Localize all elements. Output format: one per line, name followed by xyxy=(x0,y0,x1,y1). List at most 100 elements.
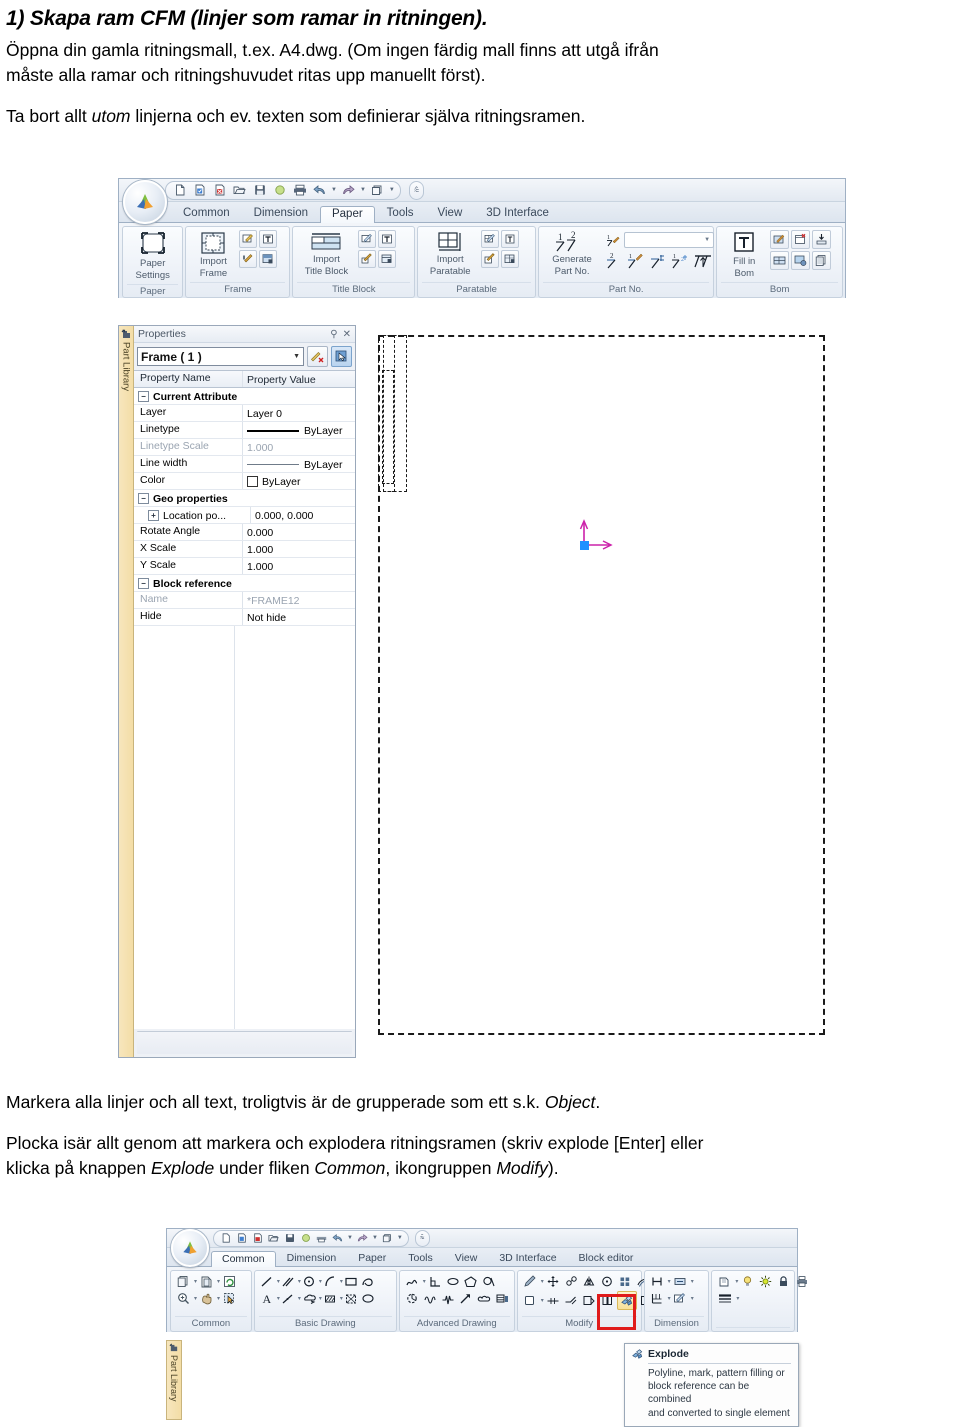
lock-icon[interactable] xyxy=(775,1274,792,1289)
arc-icon[interactable] xyxy=(322,1274,339,1289)
pan-chevron-down-icon[interactable]: ▾ xyxy=(217,1295,220,1302)
paper-settings-button[interactable]: Paper Settings xyxy=(130,230,176,282)
customize-icon[interactable]: ⩯ xyxy=(414,185,419,195)
import-title-block-button[interactable]: Import Title Block xyxy=(297,230,355,278)
save-paratable-icon[interactable] xyxy=(501,250,520,268)
tab-dimension[interactable]: Dimension xyxy=(276,1250,348,1267)
table-row[interactable]: Line width ByLayer xyxy=(134,456,355,473)
region-icon[interactable] xyxy=(481,1274,498,1289)
tab-tools[interactable]: Tools xyxy=(375,205,426,223)
open-template-icon[interactable] xyxy=(235,1232,248,1244)
edit-frame-icon[interactable] xyxy=(239,230,258,248)
table-icon[interactable] xyxy=(494,1291,511,1306)
clear-selection-button[interactable] xyxy=(307,346,328,367)
table-row[interactable]: Rotate Angle 0.000 xyxy=(134,524,355,541)
tab-paper[interactable]: Paper xyxy=(319,205,375,223)
bom-delete-icon[interactable] xyxy=(791,230,811,249)
zoom-icon[interactable] xyxy=(175,1291,192,1306)
save-title-block-icon[interactable] xyxy=(378,250,397,268)
title-block-text-icon[interactable] xyxy=(378,230,397,248)
pan-icon[interactable] xyxy=(198,1291,215,1306)
circle-icon[interactable] xyxy=(299,1232,312,1244)
spline-chevron-down-icon[interactable]: ▾ xyxy=(423,1278,426,1285)
scale-icon[interactable] xyxy=(599,1274,616,1289)
window-chevron-down-icon[interactable]: ▼ xyxy=(389,187,395,193)
cloud-icon[interactable] xyxy=(476,1291,493,1306)
row-value-linetype[interactable]: ByLayer xyxy=(304,425,343,437)
save-icon[interactable] xyxy=(251,183,268,198)
tab-dimension[interactable]: Dimension xyxy=(242,205,320,223)
quick-access-pill[interactable]: ▼ ▼ ▼ xyxy=(213,1229,409,1247)
row-value-location-point[interactable]: 0.000, 0.000 xyxy=(251,507,355,523)
quick-select-button[interactable] xyxy=(331,346,352,367)
table-row[interactable]: Hide Not hide xyxy=(134,609,355,626)
generate-part-no-button[interactable]: 12 Generate Part No. xyxy=(543,230,601,278)
table-row[interactable]: X Scale 1.000 xyxy=(134,541,355,558)
import-frame-button[interactable]: Import Frame xyxy=(190,230,236,280)
bom-edit-icon[interactable] xyxy=(770,230,790,249)
expand-icon[interactable]: + xyxy=(148,510,159,521)
import-paratable-button[interactable]: Import Paratable xyxy=(422,230,478,278)
tab-paper[interactable]: Paper xyxy=(347,1250,397,1267)
pie-icon[interactable] xyxy=(404,1291,421,1306)
table-row[interactable]: Color ByLayer xyxy=(134,473,355,490)
table-row[interactable]: − Current Attribute xyxy=(134,388,355,405)
tab-view[interactable]: View xyxy=(426,205,475,223)
print-icon[interactable] xyxy=(315,1232,328,1244)
chevron-down-icon[interactable]: ▼ xyxy=(704,237,710,243)
redo-chevron-down-icon[interactable]: ▼ xyxy=(372,1235,378,1241)
hatch-icon[interactable] xyxy=(322,1291,339,1306)
bom-table-icon[interactable] xyxy=(770,251,790,270)
bom-export-icon[interactable] xyxy=(812,230,832,249)
copy-chevron-down-icon[interactable]: ▾ xyxy=(194,1278,197,1285)
fillet-icon[interactable] xyxy=(563,1293,580,1308)
table-row[interactable]: − Block reference xyxy=(134,575,355,592)
spring-icon[interactable] xyxy=(440,1291,457,1306)
trim-icon[interactable] xyxy=(522,1293,539,1308)
row-value-layer[interactable]: Layer 0 xyxy=(243,405,355,421)
dimension-style-icon[interactable] xyxy=(672,1274,689,1289)
rotate-icon[interactable] xyxy=(563,1274,580,1289)
row-value-color[interactable]: ByLayer xyxy=(262,476,301,488)
dimstyle-chevron-down-icon[interactable]: ▾ xyxy=(691,1278,694,1285)
table-row[interactable]: Linetype ByLayer xyxy=(134,422,355,439)
bom-copy-icon[interactable] xyxy=(812,251,832,270)
drawing-canvas[interactable] xyxy=(356,325,844,1056)
close-document-icon[interactable] xyxy=(251,1232,264,1244)
print-layer-icon[interactable] xyxy=(793,1274,810,1289)
revision-cloud-icon[interactable] xyxy=(301,1291,318,1306)
extend-icon[interactable] xyxy=(545,1293,562,1308)
polyline-icon[interactable] xyxy=(360,1274,377,1289)
paste-icon[interactable] xyxy=(198,1274,215,1289)
zoom-chevron-down-icon[interactable]: ▾ xyxy=(194,1295,197,1302)
print-icon[interactable] xyxy=(291,183,308,198)
row-value-rotate-angle[interactable]: 0.000 xyxy=(243,524,355,540)
customize-icon[interactable]: ⩯ xyxy=(420,1234,425,1242)
mirror-icon[interactable] xyxy=(581,1274,598,1289)
customize-qat-button[interactable]: ⩯ xyxy=(408,180,425,200)
circle-icon[interactable] xyxy=(271,183,288,198)
row-value-y-scale[interactable]: 1.000 xyxy=(243,558,355,574)
undo-icon[interactable] xyxy=(311,183,328,198)
collapse-icon[interactable]: − xyxy=(138,578,149,589)
close-document-icon[interactable] xyxy=(211,183,228,198)
object-selector-dropdown[interactable]: Frame ( 1 ) ▼ xyxy=(137,347,304,366)
collapse-icon[interactable]: − xyxy=(138,391,149,402)
tab-3d-interface[interactable]: 3D Interface xyxy=(488,1250,567,1267)
table-row[interactable]: Y Scale 1.000 xyxy=(134,558,355,575)
pin-icon[interactable]: ⚲ xyxy=(330,329,337,340)
redo-icon[interactable] xyxy=(356,1232,369,1244)
baseline-dimension-icon[interactable] xyxy=(649,1291,666,1306)
save-frame-icon[interactable] xyxy=(259,250,278,268)
paste-chevron-down-icon[interactable]: ▾ xyxy=(217,1278,220,1285)
tab-tools[interactable]: Tools xyxy=(397,1250,444,1267)
drawing-frame-selection[interactable] xyxy=(378,335,825,1035)
application-menu-button[interactable] xyxy=(171,1229,209,1267)
undo-chevron-down-icon[interactable]: ▼ xyxy=(331,187,337,193)
quick-access-toolbar[interactable]: ▼ ▼ ▼ ⩯ xyxy=(167,1229,797,1248)
ellipse-icon[interactable] xyxy=(360,1291,377,1306)
ribbon-tabs-paper[interactable]: Common Dimension Paper Tools View 3D Int… xyxy=(119,202,845,223)
quick-access-pill[interactable]: ▼ ▼ ▼ xyxy=(165,180,401,200)
close-icon[interactable]: ✕ xyxy=(343,329,351,340)
table-row[interactable]: + Location po... 0.000, 0.000 xyxy=(134,507,355,524)
